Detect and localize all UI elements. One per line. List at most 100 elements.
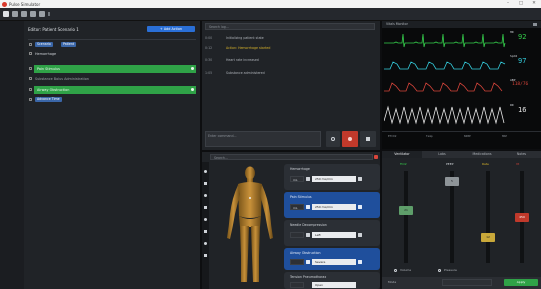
clear-icon[interactable] [374, 155, 378, 159]
footer-label: Temp [426, 134, 433, 138]
body-search-input[interactable]: Search... [210, 154, 373, 160]
minimize-button[interactable]: – [504, 1, 512, 7]
action-card[interactable]: Tension Pneumothorax Open [284, 272, 380, 289]
decrement-button[interactable] [306, 205, 310, 209]
log-time: 0:12 [205, 46, 213, 50]
value-input[interactable]: 250 mL/min [312, 204, 356, 210]
tool-rotate-icon[interactable] [204, 182, 207, 185]
scenario-item-pain-stimulus[interactable]: Pain Stimulus [34, 65, 196, 73]
record-button[interactable] [342, 131, 358, 147]
hr-value: 92 [518, 33, 527, 41]
action-card[interactable]: Hemorrhage mL 250 mL/min [284, 164, 380, 190]
tab-medications[interactable]: Medications [462, 151, 502, 158]
item-checkbox[interactable] [29, 88, 32, 91]
rr-label: RR [510, 103, 514, 107]
add-action-button[interactable]: + Add Action [147, 26, 195, 32]
advance-time-chip[interactable]: Advance Time [35, 97, 62, 102]
mode-select[interactable] [442, 279, 492, 286]
tab-ventilator[interactable]: Ventilator [382, 151, 422, 158]
play-icon[interactable] [30, 11, 36, 17]
scenario-chip[interactable]: Scenario [35, 42, 53, 47]
channel-label: PEEP [446, 162, 454, 166]
volume-radio[interactable] [394, 269, 397, 272]
tool-layers-icon[interactable] [204, 242, 207, 245]
action-card-active[interactable]: Airway Obstruction Severe [284, 248, 380, 270]
log-entry: Substance administered [226, 71, 265, 75]
item-checkbox[interactable] [29, 67, 32, 70]
tool-reset-icon[interactable] [204, 218, 207, 221]
vitals-monitor: Vitals Monitor HR 92 SpO2 97 ABP 118/76 … [382, 21, 541, 149]
item-checkbox[interactable] [29, 52, 32, 55]
fader-track[interactable] [404, 171, 408, 263]
stop-icon[interactable] [39, 11, 45, 17]
maximize-button[interactable]: □ [517, 1, 525, 7]
increment-button[interactable] [358, 205, 362, 209]
open-icon[interactable] [12, 11, 18, 17]
log-time: 0:00 [205, 36, 213, 40]
item-checkbox[interactable] [29, 98, 32, 101]
attach-button[interactable] [326, 131, 340, 147]
fader-track[interactable] [486, 171, 490, 263]
unit-select[interactable] [290, 259, 304, 265]
waveform-display [384, 33, 506, 125]
log-search-input[interactable]: Search log... [205, 23, 375, 30]
close-button[interactable]: ✕ [530, 1, 538, 7]
unit-select[interactable]: mL [290, 204, 304, 210]
increment-button[interactable] [358, 177, 362, 181]
action-card-active[interactable]: Pain Stimulus mL 250 mL/min [284, 192, 380, 218]
body-model-figure[interactable] [214, 164, 286, 289]
tab-labs[interactable]: Labs [422, 151, 462, 158]
decrement-button[interactable] [306, 260, 310, 264]
tool-pan-icon[interactable] [204, 206, 207, 209]
patient-chip[interactable]: Patient [61, 42, 77, 47]
value-input[interactable]: Severe [312, 259, 356, 265]
value-input[interactable]: Open [312, 282, 356, 288]
command-input[interactable]: Enter command... [205, 131, 321, 147]
scenario-panel: Editor: Patient Scenario 1 + Add Action … [24, 21, 200, 289]
increment-button[interactable] [358, 260, 362, 264]
tool-zoom-icon[interactable] [204, 194, 207, 197]
channel-label: Vt [516, 162, 520, 166]
app-logo-icon [2, 1, 7, 7]
unit-select[interactable] [290, 232, 304, 238]
increment-button[interactable] [358, 233, 362, 237]
fio2-fader-knob[interactable]: 21 [399, 206, 413, 215]
tool-view-icon[interactable] [204, 230, 207, 233]
unit-select[interactable]: mL [290, 176, 304, 182]
value-input[interactable]: Left [312, 232, 356, 238]
body-panel: Search... Hemorrhage mL 250 mL/min Pain … [202, 152, 380, 289]
apply-button[interactable]: Apply [504, 279, 538, 286]
rate-fader-knob[interactable]: 12 [481, 233, 495, 242]
option-label: Volume [400, 268, 412, 272]
scenario-checkbox[interactable] [29, 43, 32, 46]
peep-fader-knob[interactable]: 5 [445, 177, 459, 186]
tool-settings-icon[interactable] [204, 254, 207, 257]
scenario-item-hemorrhage[interactable]: Hemorrhage [35, 51, 195, 57]
card-title: Needle Decompression [290, 223, 327, 227]
log-time: 0:30 [205, 58, 213, 62]
monitor-menu-icon[interactable] [533, 23, 537, 26]
scenario-item-substance[interactable]: Substance Bolus Administration [35, 76, 195, 82]
pressure-radio[interactable] [438, 269, 441, 272]
decrement-button[interactable] [306, 177, 310, 181]
log-time: 1:05 [205, 71, 213, 75]
tool-select-icon[interactable] [204, 170, 207, 173]
scenario-item-airway[interactable]: Airway Obstruction [34, 86, 196, 94]
home-icon[interactable] [3, 11, 9, 17]
send-button[interactable] [360, 131, 376, 147]
tab-notes[interactable]: Notes [502, 151, 541, 158]
unit-select[interactable] [290, 282, 304, 288]
action-card[interactable]: Needle Decompression Left [284, 220, 380, 246]
ecg-waveform [384, 33, 506, 48]
card-title: Tension Pneumothorax [290, 275, 327, 279]
divider [28, 39, 196, 40]
decrement-button[interactable] [306, 233, 310, 237]
vt-fader-knob[interactable]: 450 [515, 213, 529, 222]
value-input[interactable]: 250 mL/min [312, 176, 356, 182]
item-checkbox[interactable] [29, 77, 32, 80]
option-label: Pressure [444, 268, 457, 272]
controls-panel: Ventilator Labs Medications Notes FiO2 2… [382, 151, 541, 289]
attach-icon [331, 137, 335, 141]
save-icon[interactable] [21, 11, 27, 17]
footer-label: NIBP [464, 134, 471, 138]
